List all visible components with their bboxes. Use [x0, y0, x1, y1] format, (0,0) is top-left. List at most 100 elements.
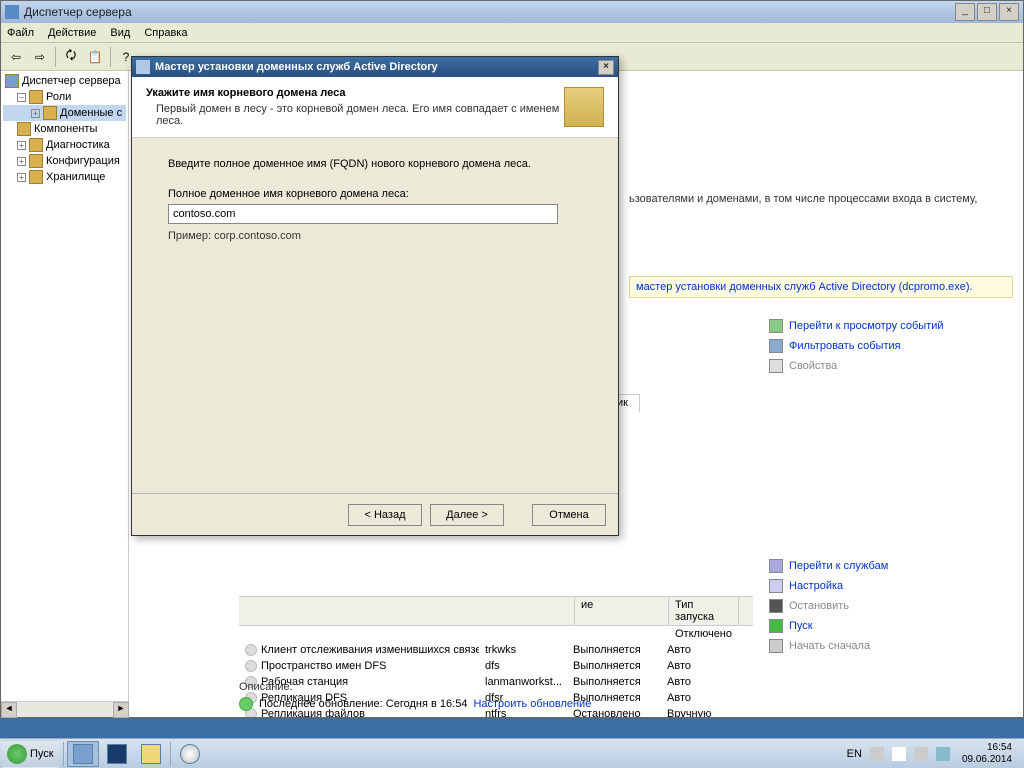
- main-title: Диспетчер сервера: [24, 5, 955, 19]
- taskbar-server-manager[interactable]: [67, 741, 99, 767]
- expand-icon[interactable]: +: [31, 109, 40, 118]
- link-events[interactable]: Перейти к просмотру событий: [765, 316, 1013, 336]
- tree-panel: Диспетчер сервера − Роли + Доменные с Ко…: [1, 71, 129, 717]
- tree-domain-services[interactable]: + Доменные с: [3, 105, 126, 121]
- network-icon[interactable]: [914, 747, 928, 761]
- input-label: Полное доменное имя корневого домена лес…: [168, 188, 582, 200]
- flag-icon[interactable]: [892, 747, 906, 761]
- events-links: Перейти к просмотру событий Фильтровать …: [765, 316, 1013, 376]
- menubar: Файл Действие Вид Справка: [1, 23, 1023, 43]
- menu-file[interactable]: Файл: [7, 27, 34, 39]
- windows-orb-icon: [7, 744, 27, 764]
- filter-icon: [769, 339, 783, 353]
- next-button[interactable]: Далее >: [430, 504, 504, 526]
- taskbar-powershell[interactable]: [101, 741, 133, 767]
- taskbar: Пуск EN 16:54 09.06.2014: [0, 738, 1024, 768]
- info-text: ьзователями и доменами, в том числе проц…: [629, 193, 977, 205]
- link-restart: Начать сначала: [765, 636, 1013, 656]
- services-icon: [769, 559, 783, 573]
- link-services[interactable]: Перейти к службам: [765, 556, 1013, 576]
- instruction-text: Введите полное доменное имя (FQDN) новог…: [168, 158, 582, 170]
- cancel-button[interactable]: Отмена: [532, 504, 606, 526]
- menu-action[interactable]: Действие: [48, 27, 96, 39]
- menu-view[interactable]: Вид: [110, 27, 130, 39]
- start-button[interactable]: Пуск: [2, 740, 59, 768]
- restart-icon: [769, 639, 783, 653]
- domain-icon: [43, 106, 57, 120]
- book-icon: [564, 87, 604, 127]
- dialog-header: Укажите имя корневого домена леса Первый…: [132, 77, 618, 138]
- grid-header: ие Тип запуска: [239, 596, 753, 626]
- tree-config[interactable]: + Конфигурация: [3, 153, 126, 169]
- service-icon: [245, 644, 257, 656]
- folder-icon: [141, 744, 161, 764]
- tree-diagnostics[interactable]: + Диагностика: [3, 137, 126, 153]
- sound-icon[interactable]: [936, 747, 950, 761]
- scroll-left[interactable]: ◄: [1, 702, 17, 718]
- language-indicator[interactable]: EN: [847, 748, 862, 760]
- configure-refresh-link[interactable]: Настроить обновление: [473, 698, 591, 710]
- fqdn-input[interactable]: [168, 204, 558, 224]
- menu-help[interactable]: Справка: [144, 27, 187, 39]
- dialog-close-button[interactable]: ×: [598, 60, 614, 75]
- server-icon: [5, 74, 19, 88]
- main-titlebar[interactable]: Диспетчер сервера _ □ ×: [1, 1, 1023, 23]
- taskbar-disc[interactable]: [174, 741, 206, 767]
- config-icon: [29, 154, 43, 168]
- expand-icon[interactable]: +: [17, 157, 26, 166]
- events-icon: [769, 319, 783, 333]
- example-text: Пример: corp.contoso.com: [168, 230, 582, 242]
- grid-row[interactable]: Пространство имен DFSdfsВыполняетсяАвто: [239, 658, 753, 674]
- service-icon: [245, 660, 257, 672]
- tree-components[interactable]: Компоненты: [3, 121, 126, 137]
- grid-row[interactable]: Клиент отслеживания изменившихся связейt…: [239, 642, 753, 658]
- play-icon: [769, 619, 783, 633]
- link-stop: Остановить: [765, 596, 1013, 616]
- dialog-titlebar[interactable]: Мастер установки доменных служб Active D…: [132, 57, 618, 77]
- tree-scrollbar[interactable]: ◄ ►: [1, 701, 129, 717]
- taskbar-explorer[interactable]: [135, 741, 167, 767]
- properties-icon: [769, 359, 783, 373]
- grid-row-top[interactable]: Отключено: [239, 626, 753, 642]
- storage-icon: [29, 170, 43, 184]
- refresh-button[interactable]: 🗘: [60, 46, 82, 68]
- tree-root[interactable]: Диспетчер сервера: [3, 73, 126, 89]
- dcpromo-link[interactable]: мастер установки доменных служб Active D…: [629, 276, 1013, 298]
- app-icon: [5, 5, 19, 19]
- expand-icon[interactable]: +: [17, 141, 26, 150]
- link-properties: Свойства: [765, 356, 1013, 376]
- minimize-button[interactable]: _: [955, 3, 975, 21]
- wizard-icon: [136, 60, 150, 74]
- settings-icon: [769, 579, 783, 593]
- maximize-button[interactable]: □: [977, 3, 997, 21]
- tree-storage[interactable]: + Хранилище: [3, 169, 126, 185]
- collapse-icon[interactable]: −: [17, 93, 26, 102]
- close-button[interactable]: ×: [999, 3, 1019, 21]
- properties-button[interactable]: 📋: [84, 46, 106, 68]
- services-links: Перейти к службам Настройка Остановить П…: [765, 556, 1013, 656]
- tray-icon[interactable]: [870, 747, 884, 761]
- back-button[interactable]: ⇦: [5, 46, 27, 68]
- systray: EN 16:54 09.06.2014: [839, 742, 1024, 766]
- refresh-row: Последнее обновление: Сегодня в 16:54 На…: [239, 697, 591, 711]
- link-start[interactable]: Пуск: [765, 616, 1013, 636]
- link-settings[interactable]: Настройка: [765, 576, 1013, 596]
- dialog-subheading: Первый домен в лесу - это корневой домен…: [146, 103, 564, 127]
- scroll-right[interactable]: ►: [113, 702, 129, 718]
- roles-icon: [29, 90, 43, 104]
- diagnostics-icon: [29, 138, 43, 152]
- grid-row[interactable]: Рабочая станцияlanmanworkst...Выполняетс…: [239, 674, 753, 690]
- forward-button[interactable]: ⇨: [29, 46, 51, 68]
- dialog-heading: Укажите имя корневого домена леса: [146, 87, 564, 99]
- back-button[interactable]: < Назад: [348, 504, 422, 526]
- components-icon: [17, 122, 31, 136]
- dialog-body: Введите полное доменное имя (FQDN) новог…: [132, 138, 618, 280]
- link-filter[interactable]: Фильтровать события: [765, 336, 1013, 356]
- tree-roles[interactable]: − Роли: [3, 89, 126, 105]
- description-label: Описание:: [239, 681, 293, 693]
- clock[interactable]: 16:54 09.06.2014: [958, 742, 1016, 766]
- server-icon: [73, 744, 93, 764]
- dcpromo-wizard-dialog: Мастер установки доменных служб Active D…: [131, 56, 619, 536]
- expand-icon[interactable]: +: [17, 173, 26, 182]
- dialog-footer: < Назад Далее > Отмена: [132, 493, 618, 535]
